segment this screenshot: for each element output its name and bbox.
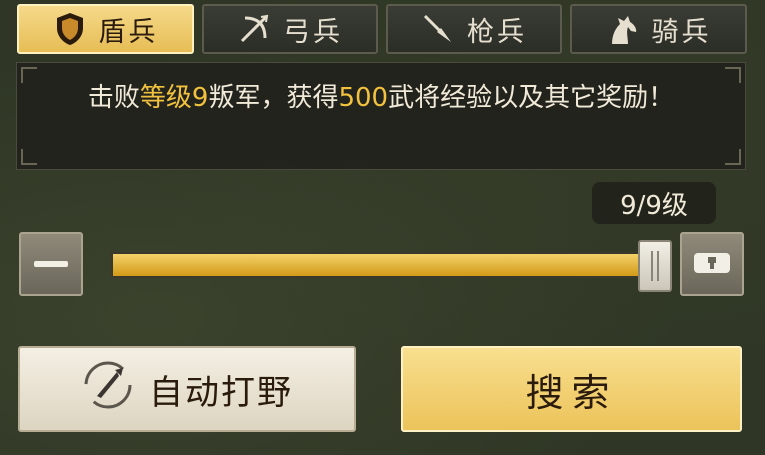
tab-spear[interactable]: 枪兵 [386, 4, 562, 54]
minus-icon [34, 261, 68, 267]
tab-cavalry[interactable]: 骑兵 [570, 4, 747, 54]
decrease-button[interactable] [19, 232, 83, 296]
tab-label: 弓兵 [283, 16, 343, 48]
level-slider-track[interactable] [111, 252, 659, 278]
max-icon [692, 247, 732, 281]
info-text: 击败 [87, 83, 140, 113]
tab-label: 骑兵 [651, 16, 712, 48]
bow-icon [237, 12, 271, 46]
horse-icon [606, 12, 640, 46]
search-button[interactable]: 搜索 [401, 346, 742, 432]
auto-hunt-label: 自动打野 [149, 372, 293, 413]
reward-description: 击败等级9叛军，获得500武将经验以及其它奖励！ [16, 62, 746, 170]
auto-hunt-button[interactable]: 自动打野 [18, 346, 356, 432]
level-indicator: 9/9级 [592, 182, 716, 224]
tab-label: 盾兵 [98, 16, 159, 48]
info-text: 叛军，获得 [208, 83, 339, 113]
highlight-level: 等级9 [139, 83, 209, 113]
max-level-button[interactable] [680, 232, 744, 296]
search-label: 搜索 [525, 370, 618, 415]
tab-shield[interactable]: 盾兵 [17, 4, 194, 54]
auto-battle-icon [81, 358, 135, 421]
tab-label: 枪兵 [467, 16, 527, 48]
info-text: 武将经验以及其它奖励！ [388, 83, 675, 113]
highlight-exp: 500 [338, 83, 389, 113]
spear-icon [421, 12, 455, 46]
level-slider-fill [113, 254, 657, 276]
shield-icon [53, 12, 87, 46]
level-slider-thumb[interactable] [638, 240, 672, 292]
grip-icon [651, 251, 659, 281]
tab-archer[interactable]: 弓兵 [202, 4, 378, 54]
